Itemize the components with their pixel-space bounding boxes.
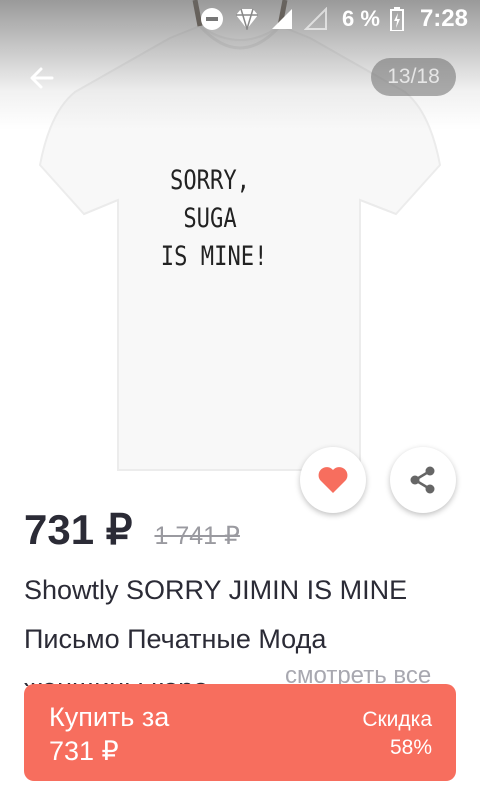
status-bar: 6 % 7:28 bbox=[0, 0, 480, 38]
product-title-line: Showtly SORRY JIMIN IS MINE bbox=[24, 575, 408, 605]
buy-label-line: Купить за bbox=[49, 702, 170, 732]
do-not-disturb-icon bbox=[200, 7, 224, 31]
back-button[interactable] bbox=[22, 58, 62, 98]
shirt-text-line: SUGA bbox=[183, 203, 237, 234]
old-price: 1 741 ₽ bbox=[154, 522, 240, 550]
product-image-gallery[interactable]: SORRY, SUGA IS MINE! 6 % 7:28 13/18 bbox=[0, 0, 480, 500]
current-price: 731 ₽ bbox=[24, 506, 133, 553]
buy-price: 731 ₽ bbox=[49, 736, 119, 766]
product-title-line: Письмо Печатные Мода bbox=[24, 624, 327, 654]
discount-badge: Скидка 58% bbox=[362, 706, 432, 762]
clock: 7:28 bbox=[419, 5, 468, 32]
discount-label: Скидка bbox=[362, 708, 432, 731]
battery-charging-icon bbox=[389, 7, 404, 31]
share-button[interactable] bbox=[390, 447, 456, 513]
arrow-left-icon bbox=[30, 67, 54, 89]
signal-icon bbox=[270, 7, 294, 31]
discount-value: 58% bbox=[389, 736, 432, 759]
shirt-text-line: SORRY, bbox=[169, 165, 250, 196]
buy-button[interactable]: Купить за 731 ₽ Скидка 58% bbox=[24, 684, 456, 781]
vpn-icon bbox=[234, 8, 260, 30]
no-signal-icon bbox=[304, 7, 328, 31]
buy-button-label: Купить за 731 ₽ bbox=[49, 700, 169, 768]
share-icon bbox=[410, 466, 435, 494]
shirt-print-text: SORRY, SUGA IS MINE! bbox=[160, 162, 268, 276]
heart-icon bbox=[318, 467, 348, 493]
battery-percent: 6 % bbox=[342, 6, 380, 31]
shirt-text-line: IS MINE! bbox=[160, 241, 268, 272]
favorite-button[interactable] bbox=[300, 447, 366, 513]
price-row: 731 ₽ 1 741 ₽ bbox=[24, 505, 240, 561]
image-counter: 13/18 bbox=[371, 58, 456, 96]
